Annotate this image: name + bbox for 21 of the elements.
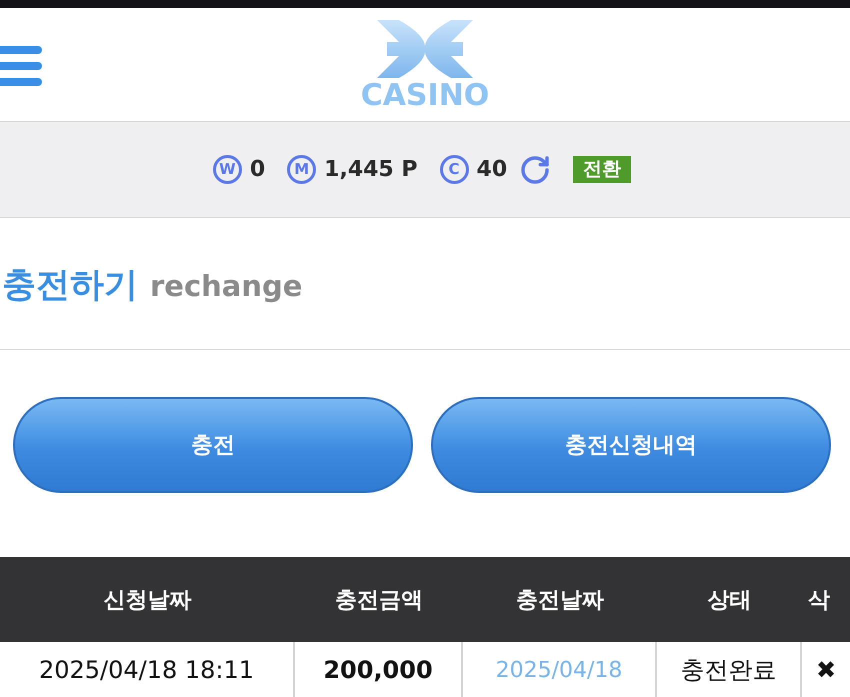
- table-cell: 200,000: [295, 642, 463, 697]
- column-header: 신청날짜: [0, 557, 295, 642]
- table-cell: 2025/04/18 18:11: [0, 642, 295, 697]
- page-title: 충전하기: [2, 264, 138, 306]
- column-header: 삭: [802, 557, 850, 642]
- convert-button[interactable]: 전환: [573, 156, 632, 183]
- logo-text: CASINO: [360, 82, 490, 110]
- currency-symbol: C: [440, 155, 469, 184]
- action-button[interactable]: 충전: [13, 397, 413, 493]
- refresh-icon[interactable]: [519, 154, 552, 186]
- currency-symbol: W: [212, 155, 242, 184]
- column-header: 충전날짜: [463, 557, 657, 642]
- balance-amount: 1,445 P: [324, 157, 418, 182]
- date-link[interactable]: 2025/04/18: [463, 642, 657, 697]
- balance-amount: 0: [250, 157, 266, 182]
- currency-symbol: M: [287, 155, 316, 184]
- balance-amount: 40: [476, 157, 508, 182]
- column-header: 충전금액: [295, 557, 463, 642]
- page-subtitle: rechange: [150, 268, 302, 303]
- action-button[interactable]: 충전신청내역: [431, 397, 831, 493]
- column-header: 상태: [657, 557, 802, 642]
